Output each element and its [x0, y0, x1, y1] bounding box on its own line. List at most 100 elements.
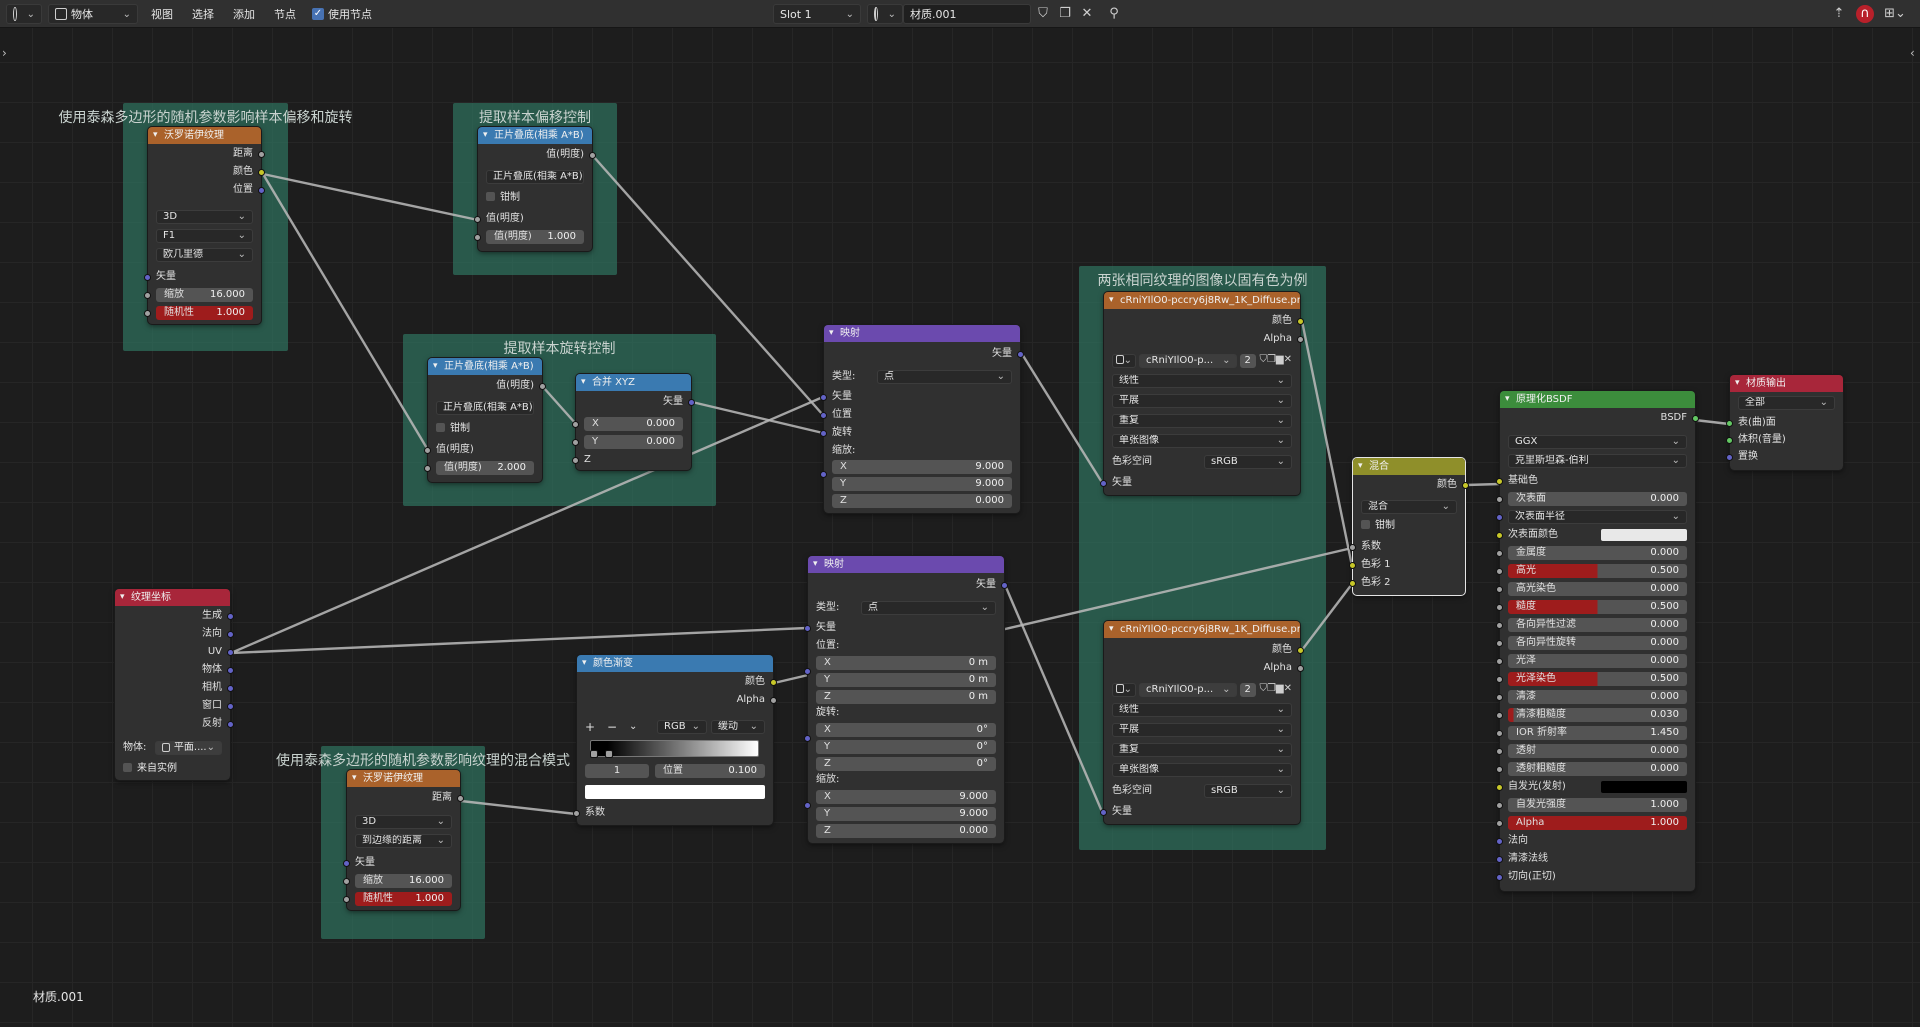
- socket-out-vector[interactable]: [1001, 582, 1008, 589]
- sidebar-expand-arrow[interactable]: ‹: [1910, 46, 1915, 60]
- ramp-menu-button[interactable]: ⌄: [629, 720, 649, 734]
- object-picker[interactable]: 平面....: [155, 741, 222, 755]
- bsdf-input-socket[interactable]: [1496, 568, 1503, 575]
- scale-z-field[interactable]: Z 0.000: [816, 824, 996, 838]
- colorspace-dropdown[interactable]: sRGB: [1204, 784, 1292, 798]
- editor-type-dropdown[interactable]: ⌄: [6, 4, 42, 24]
- bsdf-value-field[interactable]: 光泽 0.000: [1508, 654, 1687, 668]
- add-stop-button[interactable]: +: [585, 720, 605, 734]
- location-z-field[interactable]: Z0 m: [816, 690, 996, 704]
- fake-user-shield-icon[interactable]: ⛉: [1034, 5, 1052, 23]
- stop-position-field[interactable]: 位置 0.100: [655, 764, 765, 778]
- bsdf-value-field[interactable]: IOR 折射率 1.450: [1508, 726, 1687, 740]
- bsdf-value-field[interactable]: 透射 0.000: [1508, 744, 1687, 758]
- ramp-stop-handle[interactable]: [605, 750, 613, 758]
- snap-magnet-icon[interactable]: ∩: [1856, 5, 1874, 23]
- socket-in-factor[interactable]: [573, 810, 580, 817]
- socket-in-scale[interactable]: [343, 878, 350, 885]
- pin-icon[interactable]: ⚲: [1105, 5, 1123, 23]
- bsdf-input-socket[interactable]: [1496, 478, 1503, 485]
- socket-out-alpha[interactable]: [770, 697, 777, 704]
- rotation-x-field[interactable]: X 0°: [816, 723, 996, 737]
- socket-out-uv[interactable]: [227, 649, 234, 656]
- combine-xyz-node[interactable]: 合并 XYZ 矢量 X0.000 Y0.000 Z: [572, 373, 695, 471]
- image-users-count[interactable]: 2: [1240, 683, 1257, 697]
- subsurface-method-dropdown[interactable]: 克里斯坦森-伯利: [1508, 454, 1687, 468]
- bsdf-input-socket[interactable]: [1496, 802, 1503, 809]
- bsdf-value-field[interactable]: 糙度 0.500: [1508, 600, 1687, 614]
- parent-node-tree-icon[interactable]: ⇡: [1830, 5, 1848, 23]
- color-swatch[interactable]: [1601, 781, 1687, 793]
- bsdf-input-socket[interactable]: [1496, 694, 1503, 701]
- bsdf-input-socket[interactable]: [1496, 712, 1503, 719]
- node-header[interactable]: 沃罗诺伊纹理: [148, 127, 261, 144]
- source-dropdown[interactable]: 单张图像: [1112, 763, 1292, 777]
- bsdf-input-socket[interactable]: [1496, 532, 1503, 539]
- color-swatch[interactable]: [1601, 529, 1687, 541]
- socket-in-color1[interactable]: [1349, 562, 1356, 569]
- socket-out-value[interactable]: [589, 152, 596, 159]
- socket-in-scale[interactable]: [804, 802, 811, 809]
- socket-in-value-1[interactable]: [474, 216, 481, 223]
- socket-out-camera[interactable]: [227, 685, 234, 692]
- bsdf-input-socket[interactable]: [1496, 640, 1503, 647]
- socket-out-vector[interactable]: [688, 399, 695, 406]
- clamp-checkbox[interactable]: 钳制: [486, 191, 520, 205]
- colorspace-dropdown[interactable]: sRGB: [1204, 455, 1292, 469]
- mapping-node-1[interactable]: 映射 矢量 类型: 点 矢量 位置 旋转 缩放: X9.000 Y9.000 Z…: [820, 324, 1024, 514]
- socket-in-value-2[interactable]: [424, 465, 431, 472]
- dimension-dropdown[interactable]: 3D: [156, 210, 253, 224]
- socket-out-color[interactable]: [1297, 318, 1304, 325]
- unlink-material-icon[interactable]: ✕: [1078, 5, 1096, 23]
- multiply-node-rotation[interactable]: 正片叠底(相乘 A*B) 值(明度) 正片叠底(相乘 A*B) 钳制 值(明度)…: [424, 357, 546, 483]
- socket-in-vector[interactable]: [343, 860, 350, 867]
- socket-out-normal[interactable]: [227, 631, 234, 638]
- socket-out-generated[interactable]: [227, 613, 234, 620]
- bsdf-value-field[interactable]: 各向异性过滤 0.000: [1508, 618, 1687, 632]
- socket-out-value[interactable]: [539, 383, 546, 390]
- value-field[interactable]: 值(明度) 1.000: [486, 230, 584, 244]
- image-browse-button[interactable]: [1112, 683, 1136, 697]
- socket-out-window[interactable]: [227, 703, 234, 710]
- texture-coordinate-node[interactable]: 纹理坐标 生成 法向 UV 物体 相机 窗口 反射 物体: 平面.... 来自实…: [114, 588, 234, 781]
- material-name-field[interactable]: 材质.001: [903, 4, 1031, 24]
- node-header[interactable]: 颜色渐变: [577, 655, 773, 672]
- menu-select[interactable]: 选择: [186, 4, 220, 24]
- bsdf-input-socket[interactable]: [1496, 766, 1503, 773]
- scale-field[interactable]: 缩放 16.000: [156, 288, 253, 302]
- socket-in-location[interactable]: [804, 668, 811, 675]
- socket-in-surface[interactable]: [1726, 420, 1733, 427]
- node-header[interactable]: 正片叠底(相乘 A*B): [478, 127, 592, 144]
- menu-add[interactable]: 添加: [227, 4, 261, 24]
- ramp-stop-handle[interactable]: [590, 750, 598, 758]
- socket-out-position[interactable]: [258, 187, 265, 194]
- node-header[interactable]: 映射: [808, 556, 1004, 573]
- bsdf-input-socket[interactable]: [1496, 784, 1503, 791]
- image-name-field[interactable]: cRniYIlO0-p...: [1139, 683, 1238, 697]
- interpolation-dropdown[interactable]: 线性: [1112, 703, 1292, 717]
- node-header[interactable]: 正片叠底(相乘 A*B): [428, 358, 542, 375]
- socket-in-rotation[interactable]: [820, 430, 827, 437]
- target-dropdown[interactable]: 全部: [1738, 396, 1835, 410]
- type-dropdown[interactable]: 点: [877, 370, 1012, 384]
- socket-in-rotation[interactable]: [804, 735, 811, 742]
- image-browse-button[interactable]: [1112, 354, 1136, 368]
- material-browse-button[interactable]: ⌄: [867, 4, 903, 24]
- randomness-field[interactable]: 随机性 1.000: [156, 306, 253, 320]
- bsdf-value-field[interactable]: 自发光强度 1.000: [1508, 798, 1687, 812]
- bsdf-input-socket[interactable]: [1496, 658, 1503, 665]
- remove-stop-button[interactable]: −: [607, 720, 627, 734]
- socket-out-color[interactable]: [1462, 482, 1469, 489]
- feature-dropdown[interactable]: F1: [156, 229, 253, 243]
- scale-field[interactable]: 缩放 16.000: [355, 874, 452, 888]
- socket-in-z[interactable]: [572, 457, 579, 464]
- node-header[interactable]: cRniYIlO0-pccry6j8Rw_1K_Diffuse.pn: [1104, 621, 1300, 638]
- node-header[interactable]: 映射: [824, 325, 1020, 342]
- bsdf-input-socket[interactable]: [1496, 586, 1503, 593]
- clamp-checkbox[interactable]: 钳制: [1361, 519, 1395, 533]
- socket-out-alpha[interactable]: [1297, 665, 1304, 672]
- principled-bsdf-node[interactable]: 原理化BSDF BSDF GGX 克里斯坦森-伯利 基础色次表面0.000 次表面…: [1496, 390, 1699, 892]
- menu-view[interactable]: 视图: [145, 4, 179, 24]
- bsdf-input-dropdown[interactable]: 次表面半径: [1508, 510, 1687, 524]
- bsdf-input-socket[interactable]: [1496, 820, 1503, 827]
